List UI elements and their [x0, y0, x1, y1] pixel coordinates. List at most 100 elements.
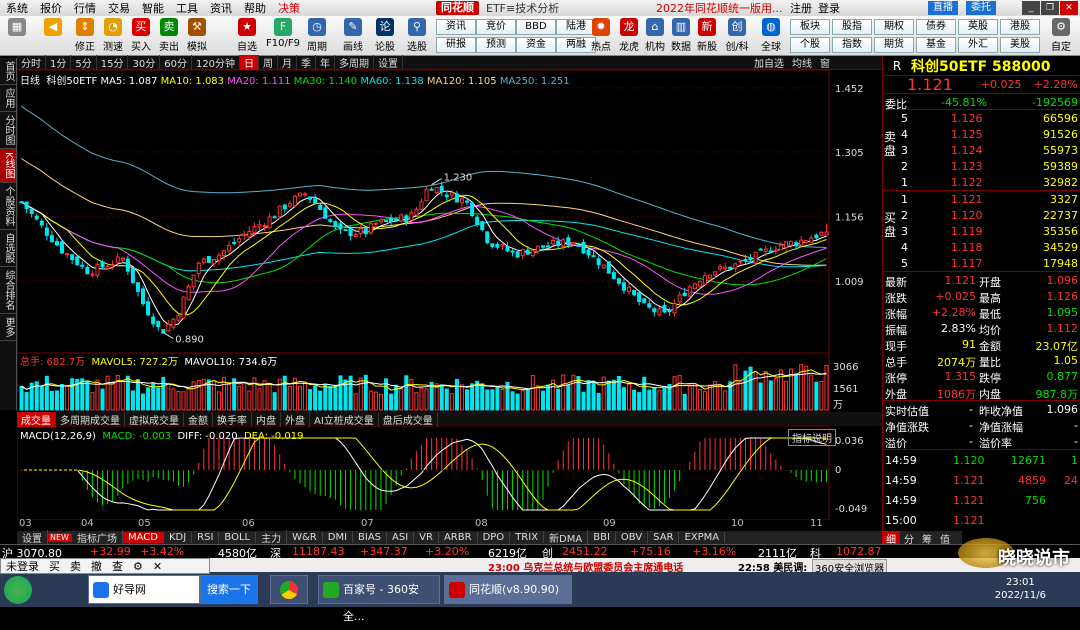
fix-button[interactable]: ⇕ 修正 [72, 18, 98, 53]
ind-tab-turnover[interactable]: 换手率 [213, 411, 252, 427]
auction-btn[interactable]: 竞价 [476, 19, 516, 35]
popup-sell[interactable]: 卖 [65, 558, 86, 574]
bonds-btn[interactable]: 债券 [916, 19, 956, 35]
ind-tab-virtual-volume[interactable]: 虚拟成交量 [125, 411, 184, 427]
ind-expma[interactable]: EXPMA [679, 532, 726, 543]
futures-btn[interactable]: 期货 [874, 37, 914, 53]
ad-banner[interactable]: 2022年同花顺统一版用... [656, 0, 782, 16]
kc-index[interactable]: 科 [810, 545, 821, 558]
period-60m[interactable]: 60分 [160, 55, 192, 70]
period-timeshare[interactable]: 分时 [17, 55, 46, 70]
period-15m[interactable]: 15分 [97, 55, 129, 70]
ind-tab-outer[interactable]: 外盘 [281, 411, 310, 427]
menu-tools[interactable]: 工具 [170, 0, 204, 16]
window-toggle[interactable]: 窗 [816, 55, 834, 70]
hot-button[interactable]: ✹ 热点 [588, 18, 614, 53]
ind-obv[interactable]: OBV [616, 532, 649, 543]
back-button[interactable]: ◀ [40, 18, 66, 38]
period-button[interactable]: ◷ 周期 [304, 18, 330, 53]
watchlist-button[interactable]: ★ 自选 [232, 18, 262, 53]
funds-btn[interactable]: 资金 [516, 37, 556, 53]
new-stock-button[interactable]: 新新股 [694, 18, 720, 53]
indicator-help-button[interactable]: 指标说明 [788, 429, 836, 446]
register-link[interactable]: 注册 [790, 0, 812, 16]
sz-index[interactable]: 深 [270, 545, 281, 558]
ind-tab-inner[interactable]: 内盘 [252, 411, 281, 427]
discuss-button[interactable]: 论论股 [372, 18, 398, 53]
taskbar-360[interactable]: 百家号 - 360安全... [318, 575, 440, 623]
index-btn[interactable]: 指数 [832, 37, 872, 53]
period-120m[interactable]: 120分钟 [192, 55, 241, 70]
data-button[interactable]: ▥ 数据 [668, 18, 694, 53]
news-btn[interactable]: 资讯 [436, 19, 476, 35]
menu-quote[interactable]: 报价 [34, 0, 68, 16]
forex-btn[interactable]: 外汇 [958, 37, 998, 53]
ind-tab-after-hours[interactable]: 盘后成交量 [379, 411, 438, 427]
stock-pick-button[interactable]: ⚲ 选股 [404, 18, 430, 53]
period-5m[interactable]: 5分 [71, 55, 97, 70]
menu-help[interactable]: 帮助 [238, 0, 272, 16]
chrome-taskbar[interactable] [270, 575, 308, 604]
ind-wr[interactable]: W&R [287, 532, 323, 543]
f10-button[interactable]: F F10/F9 [266, 18, 300, 49]
period-1m[interactable]: 1分 [46, 55, 72, 70]
add-watchlist-link[interactable]: 加自选 [750, 55, 788, 70]
kline-chart[interactable]: 1.452 1.305 1.156 1.009 1.230 0.890 3066 1561 万 0… [17, 70, 882, 520]
uk-stocks-btn[interactable]: 英股 [958, 19, 998, 35]
ind-tab-multi-volume[interactable]: 多周期成交量 [56, 411, 125, 427]
ind-new-dma[interactable]: 新DMA [544, 530, 589, 545]
entrust-button[interactable]: 委托 [966, 1, 996, 15]
sell-button[interactable]: 卖卖出 [156, 18, 182, 53]
popup-close-icon[interactable]: ✕ [148, 560, 167, 573]
tab-home[interactable]: 首页 [0, 58, 16, 85]
period-quarter[interactable]: 季 [297, 55, 317, 70]
ind-trix[interactable]: TRIX [510, 532, 545, 543]
cy-index[interactable]: 创 [542, 545, 553, 558]
stock-index-btn[interactable]: 股指 [832, 19, 872, 35]
sh-index[interactable]: 沪 3070.80 [2, 545, 62, 558]
research-btn[interactable]: 研报 [436, 37, 476, 53]
ind-sar[interactable]: SAR [648, 532, 680, 543]
ind-tab-ai-volume[interactable]: AI立桩成交量 [310, 411, 379, 427]
period-30m[interactable]: 30分 [128, 55, 161, 70]
menu-system[interactable]: 系统 [0, 0, 34, 16]
live-button[interactable]: 直播 [928, 1, 958, 15]
institution-button[interactable]: ⌂ 机构 [642, 18, 668, 53]
tab-kline[interactable]: K线图 [0, 149, 16, 183]
tab-detail[interactable]: 细 [882, 531, 900, 546]
close-icon[interactable]: ✕ [1060, 1, 1078, 15]
ind-boll[interactable]: BOLL [219, 532, 257, 543]
ind-dpo[interactable]: DPO [478, 532, 511, 543]
bbd-btn[interactable]: BBD [516, 19, 556, 35]
popup-query[interactable]: 查 [107, 558, 128, 574]
ind-main-force[interactable]: 主力 [256, 530, 288, 545]
ind-vr[interactable]: VR [414, 532, 439, 543]
menu-smart[interactable]: 智能 [136, 0, 170, 16]
hk-stocks-btn[interactable]: 港股 [1000, 19, 1040, 35]
tab-value[interactable]: 值 [936, 531, 954, 546]
speed-test-button[interactable]: ◔ 测速 [100, 18, 126, 53]
chuang-ke-button[interactable]: 创创/科 [722, 18, 752, 53]
us-stocks-btn[interactable]: 美股 [1000, 37, 1040, 53]
draw-line-button[interactable]: ✎ 画线 [340, 18, 366, 53]
customize-button[interactable]: ⚙ 自定 [1046, 18, 1076, 53]
ind-kdj[interactable]: KDJ [164, 532, 193, 543]
popup-cancel[interactable]: 撤 [86, 558, 107, 574]
period-day[interactable]: 日 [240, 55, 260, 70]
restore-icon[interactable]: ❐ [1041, 1, 1059, 15]
search-button[interactable]: 搜索一下 [200, 575, 258, 604]
ind-tab-amount[interactable]: 金额 [184, 411, 213, 427]
period-multi[interactable]: 多周期 [335, 55, 375, 70]
popup-buy[interactable]: 买 [44, 558, 65, 574]
single-stock-btn[interactable]: 个股 [790, 37, 830, 53]
ind-bbi[interactable]: BBI [588, 532, 616, 543]
system-clock[interactable]: 23:01 2022/11/6 [995, 576, 1046, 602]
ma-toggle[interactable]: 均线 [788, 55, 816, 70]
minimize-icon[interactable]: _ [1022, 1, 1040, 15]
tab-split[interactable]: 分 [900, 531, 918, 546]
ind-bias[interactable]: BIAS [353, 532, 388, 543]
forecast-btn[interactable]: 预测 [476, 37, 516, 53]
period-month[interactable]: 月 [278, 55, 298, 70]
ind-square[interactable]: 指标广场 [72, 530, 123, 545]
ind-dmi[interactable]: DMI [323, 532, 354, 543]
